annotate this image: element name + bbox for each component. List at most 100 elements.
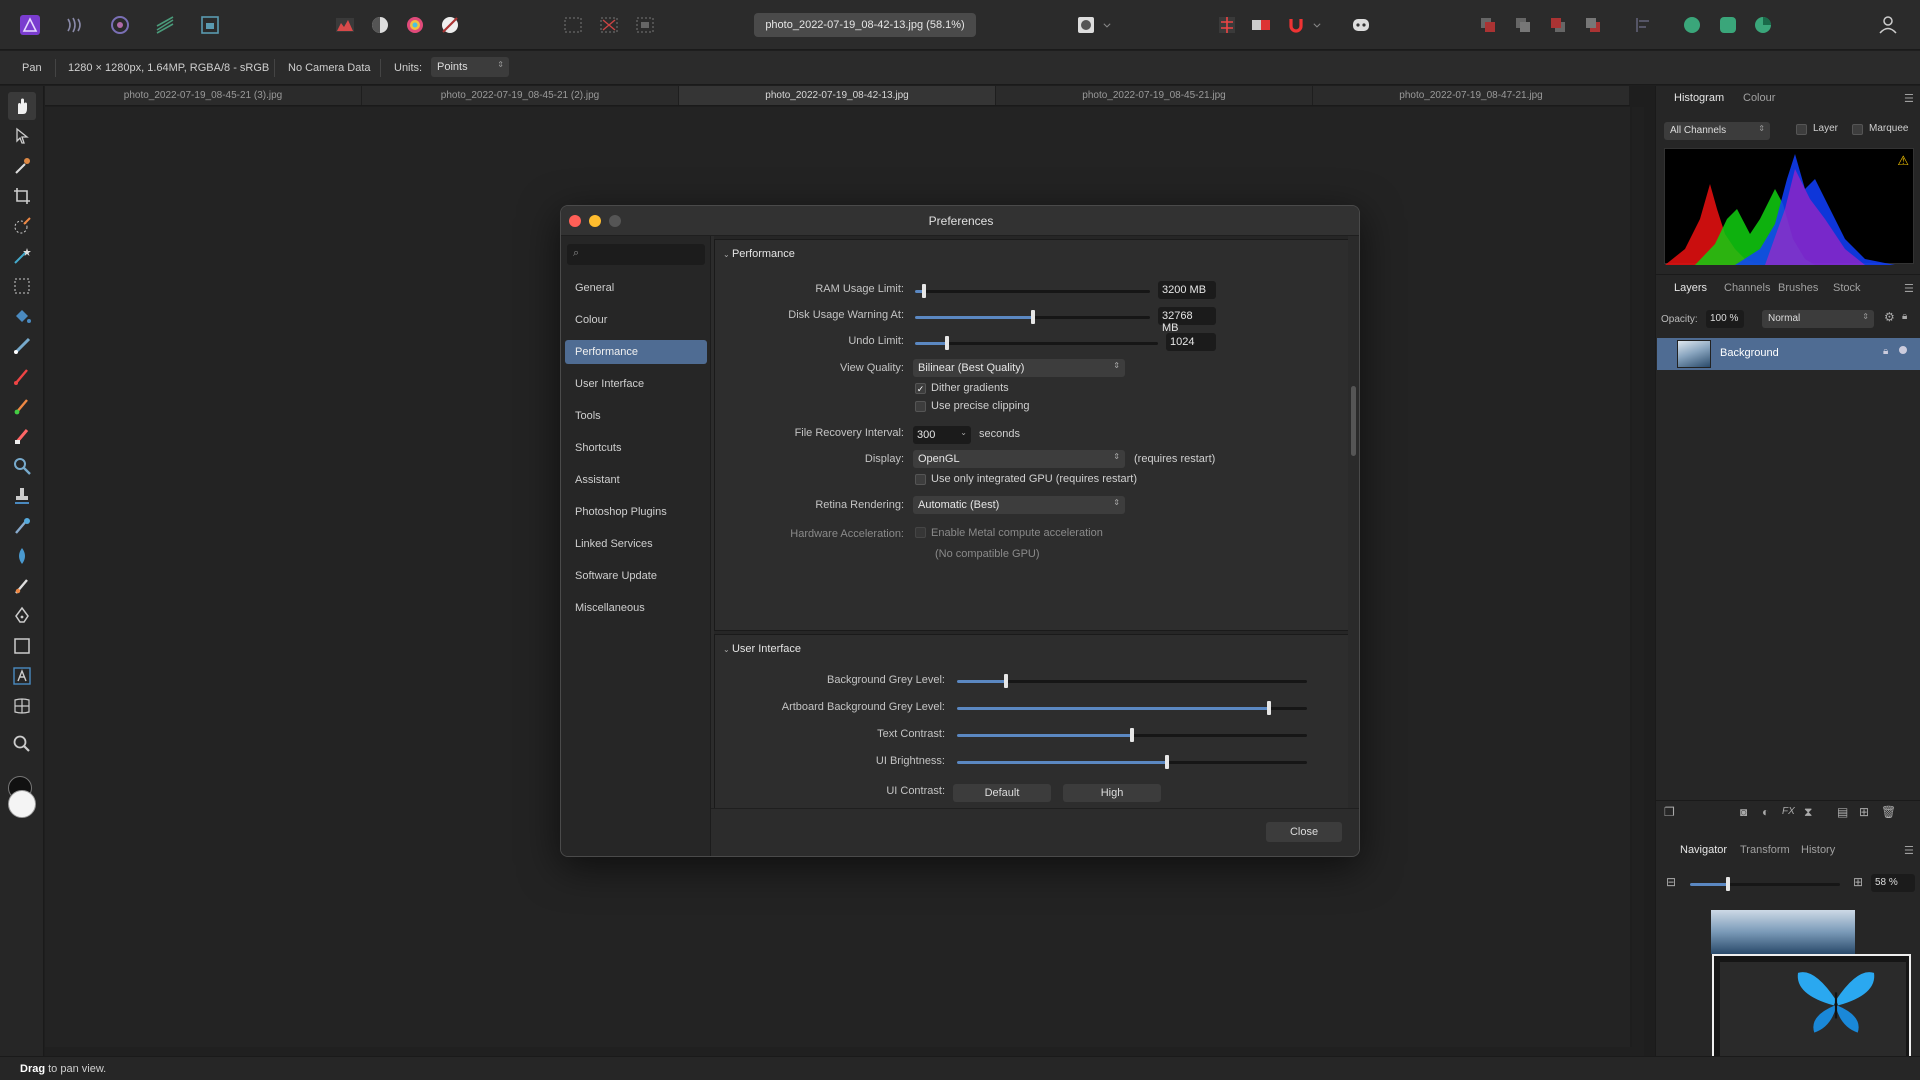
flood-select-tool-icon[interactable] <box>8 242 36 270</box>
artistic-text-tool-icon[interactable] <box>8 662 36 690</box>
disk-value-field[interactable]: 32768 MB <box>1158 307 1216 334</box>
document-tab[interactable]: photo_2022-07-19_08-45-21 (2).jpg <box>362 86 679 105</box>
layer-lock-icon[interactable]: 🔒︎ <box>1883 346 1888 357</box>
document-tab[interactable]: photo_2022-07-19_08-47-21.jpg <box>1313 86 1630 105</box>
force-pixel-alignment-icon[interactable] <box>1246 10 1276 40</box>
live-filter-icon[interactable]: ⧗ <box>1804 805 1812 820</box>
sidebar-item-user-interface[interactable]: User Interface <box>565 372 707 396</box>
sidebar-item-assistant[interactable]: Assistant <box>565 468 707 492</box>
navigator-preview[interactable] <box>1711 910 1855 954</box>
view-quality-select[interactable]: Bilinear (Best Quality) ⇕ <box>913 359 1125 377</box>
crop-tool-icon[interactable] <box>8 182 36 210</box>
tab-layers[interactable]: Layers <box>1674 282 1707 294</box>
delete-layer-icon[interactable]: 🗑︎ <box>1881 805 1896 819</box>
tab-history[interactable]: History <box>1801 844 1835 856</box>
metal-compute-checkbox[interactable] <box>915 527 926 538</box>
background-colour-swatch[interactable] <box>8 790 36 818</box>
display-select[interactable]: OpenGL ⇕ <box>913 450 1125 468</box>
marquee-checkbox[interactable] <box>1852 124 1863 135</box>
paint-brush-tool-icon[interactable] <box>8 362 36 390</box>
units-select[interactable]: Points ⇕ <box>431 57 509 77</box>
gear-icon[interactable]: ⚙ <box>1884 310 1895 324</box>
user-interface-heading[interactable]: ⌄ User Interface <box>723 643 801 655</box>
colour-picker-tool-icon[interactable] <box>8 152 36 180</box>
blend-mode-select[interactable]: Normal ⇕ <box>1762 310 1874 328</box>
inpainting-tool-icon[interactable] <box>8 572 36 600</box>
rectangle-tool-icon[interactable] <box>8 632 36 660</box>
preferences-scrollbar[interactable] <box>1348 236 1359 808</box>
assistant-icon[interactable] <box>1346 10 1376 40</box>
layer-checkbox[interactable] <box>1796 124 1807 135</box>
marquee-tool-icon[interactable] <box>8 272 36 300</box>
tab-channels[interactable]: Channels <box>1724 282 1770 294</box>
document-title[interactable]: photo_2022-07-19_08-42-13.jpg (58.1%) <box>754 13 976 37</box>
document-tab[interactable]: photo_2022-07-19_08-45-21 (3).jpg <box>45 86 362 105</box>
panel-menu-icon[interactable]: ☰ <box>1904 92 1914 105</box>
tab-colour[interactable]: Colour <box>1743 92 1775 104</box>
clear-selection-icon[interactable] <box>594 10 624 40</box>
panel-menu-icon[interactable]: ☰ <box>1904 282 1914 295</box>
erase-brush-tool-icon[interactable] <box>8 422 36 450</box>
artboard-grey-slider[interactable] <box>957 701 1307 715</box>
sidebar-item-shortcuts[interactable]: Shortcuts <box>565 436 707 460</box>
quick-mask-icon[interactable] <box>1071 10 1101 40</box>
arrange-back-icon[interactable] <box>1543 10 1573 40</box>
sidebar-item-performance[interactable]: Performance <box>565 340 707 364</box>
undo-slider[interactable] <box>915 336 1158 350</box>
arrange-backward-icon[interactable] <box>1578 10 1608 40</box>
assistant-magnet-icon[interactable] <box>1281 10 1311 40</box>
zoom-out-icon[interactable]: ⊟ <box>1666 875 1676 889</box>
performance-heading[interactable]: ⌄ Performance <box>723 248 795 260</box>
close-window-button[interactable] <box>569 215 581 227</box>
dodge-tool-icon[interactable] <box>8 452 36 480</box>
minimize-window-button[interactable] <box>589 215 601 227</box>
layer-row[interactable]: Background 🔒︎ <box>1657 338 1920 370</box>
mesh-warp-tool-icon[interactable] <box>8 692 36 720</box>
align-icon[interactable] <box>1629 10 1659 40</box>
undo-value-field[interactable]: 1024 <box>1166 333 1216 351</box>
tab-transform[interactable]: Transform <box>1740 844 1790 856</box>
studio-link-photo-icon[interactable] <box>1713 10 1743 40</box>
zoom-tool-icon[interactable] <box>8 730 36 758</box>
fx-icon[interactable]: FX <box>1782 806 1795 817</box>
tone-mapping-persona-icon[interactable] <box>150 10 180 40</box>
arrange-forward-icon[interactable] <box>1508 10 1538 40</box>
colour-replacement-tool-icon[interactable] <box>8 392 36 420</box>
retina-select[interactable]: Automatic (Best) ⇕ <box>913 496 1125 514</box>
dither-gradients-checkbox[interactable]: ✓ <box>915 383 926 394</box>
sidebar-item-general[interactable]: General <box>565 276 707 300</box>
tab-stock[interactable]: Stock <box>1833 282 1861 294</box>
navigator-zoom-slider[interactable] <box>1690 877 1840 891</box>
clone-brush-tool-icon[interactable] <box>8 482 36 510</box>
ui-brightness-slider[interactable] <box>957 755 1307 769</box>
preferences-search-input[interactable]: ⌕ <box>567 244 705 265</box>
ram-slider[interactable] <box>915 284 1150 298</box>
channels-select[interactable]: All Channels ⇕ <box>1664 122 1770 140</box>
navigator-viewport[interactable] <box>1712 954 1911 1064</box>
panel-menu-icon[interactable]: ☰ <box>1904 844 1914 857</box>
text-contrast-slider[interactable] <box>957 728 1307 742</box>
move-tool-icon[interactable] <box>8 122 36 150</box>
tab-brushes[interactable]: Brushes <box>1778 282 1818 294</box>
bg-grey-slider[interactable] <box>957 674 1307 688</box>
hand-tool-icon[interactable] <box>8 92 36 120</box>
export-persona-icon[interactable] <box>195 10 225 40</box>
sidebar-item-tools[interactable]: Tools <box>565 404 707 428</box>
blur-brush-tool-icon[interactable] <box>8 512 36 540</box>
auto-contrast-icon[interactable] <box>365 10 395 40</box>
chevron-down-icon[interactable] <box>1310 10 1324 40</box>
selection-brush-tool-icon[interactable] <box>8 212 36 240</box>
studio-link-icon[interactable] <box>1677 10 1707 40</box>
sidebar-item-colour[interactable]: Colour <box>565 308 707 332</box>
integrated-gpu-checkbox[interactable] <box>915 474 926 485</box>
contrast-default-button[interactable]: Default <box>953 784 1051 802</box>
user-account-icon[interactable] <box>1873 10 1903 40</box>
layer-visibility-icon[interactable] <box>1899 346 1907 354</box>
sidebar-item-photoshop-plugins[interactable]: Photoshop Plugins <box>565 500 707 524</box>
vertical-scrollbar[interactable] <box>1632 107 1644 1047</box>
opacity-field[interactable]: 100 % <box>1706 310 1744 328</box>
liquify-persona-icon[interactable] <box>60 10 90 40</box>
gradient-tool-icon[interactable] <box>8 332 36 360</box>
tab-navigator[interactable]: Navigator <box>1680 844 1727 856</box>
auto-colour-icon[interactable] <box>400 10 430 40</box>
